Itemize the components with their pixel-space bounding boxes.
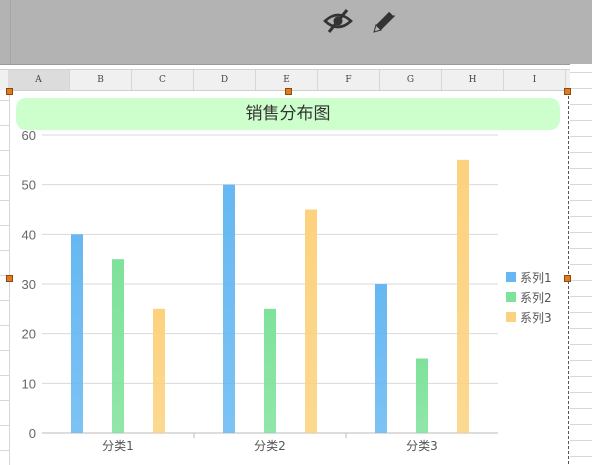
bar-series2-cat1[interactable] bbox=[112, 259, 124, 433]
bar-series3-cat3[interactable] bbox=[457, 159, 469, 434]
y-tick-label: 20 bbox=[22, 327, 36, 342]
legend-item-series1[interactable]: 系列1 bbox=[506, 267, 570, 287]
x-tick-label: 分类3 bbox=[406, 439, 438, 453]
y-tick-label: 10 bbox=[22, 376, 36, 391]
legend-label: 系列1 bbox=[520, 270, 552, 285]
bar-series1-cat1[interactable] bbox=[71, 234, 83, 433]
legend-swatch bbox=[506, 272, 516, 282]
bar-series1-cat3[interactable] bbox=[375, 284, 387, 433]
y-tick-label: 50 bbox=[22, 178, 36, 193]
bar-series3-cat1[interactable] bbox=[153, 308, 165, 433]
legend-label: 系列2 bbox=[520, 290, 552, 305]
legend-label: 系列3 bbox=[520, 310, 552, 325]
y-tick-label: 40 bbox=[22, 227, 36, 242]
bar-series2-cat3[interactable] bbox=[416, 358, 428, 434]
legend-swatch bbox=[506, 292, 516, 302]
legend-swatch bbox=[506, 312, 516, 322]
bar-series1-cat2[interactable] bbox=[223, 184, 235, 433]
legend: 系列1 系列2 系列3 bbox=[506, 267, 570, 327]
legend-item-series2[interactable]: 系列2 bbox=[506, 287, 570, 307]
y-tick-label: 30 bbox=[22, 277, 36, 292]
y-tick-label: 60 bbox=[22, 128, 36, 143]
x-tick-label: 分类1 bbox=[102, 439, 134, 453]
bar-series2-cat2[interactable] bbox=[264, 308, 276, 433]
bar-series3-cat2[interactable] bbox=[305, 209, 317, 434]
y-tick-label: 0 bbox=[29, 426, 36, 441]
x-tick-label: 分类2 bbox=[254, 439, 286, 453]
legend-item-series3[interactable]: 系列3 bbox=[506, 307, 570, 327]
bar-chart: 0 10 20 30 40 50 60 分类1 分类2 分类3 bbox=[22, 128, 498, 453]
